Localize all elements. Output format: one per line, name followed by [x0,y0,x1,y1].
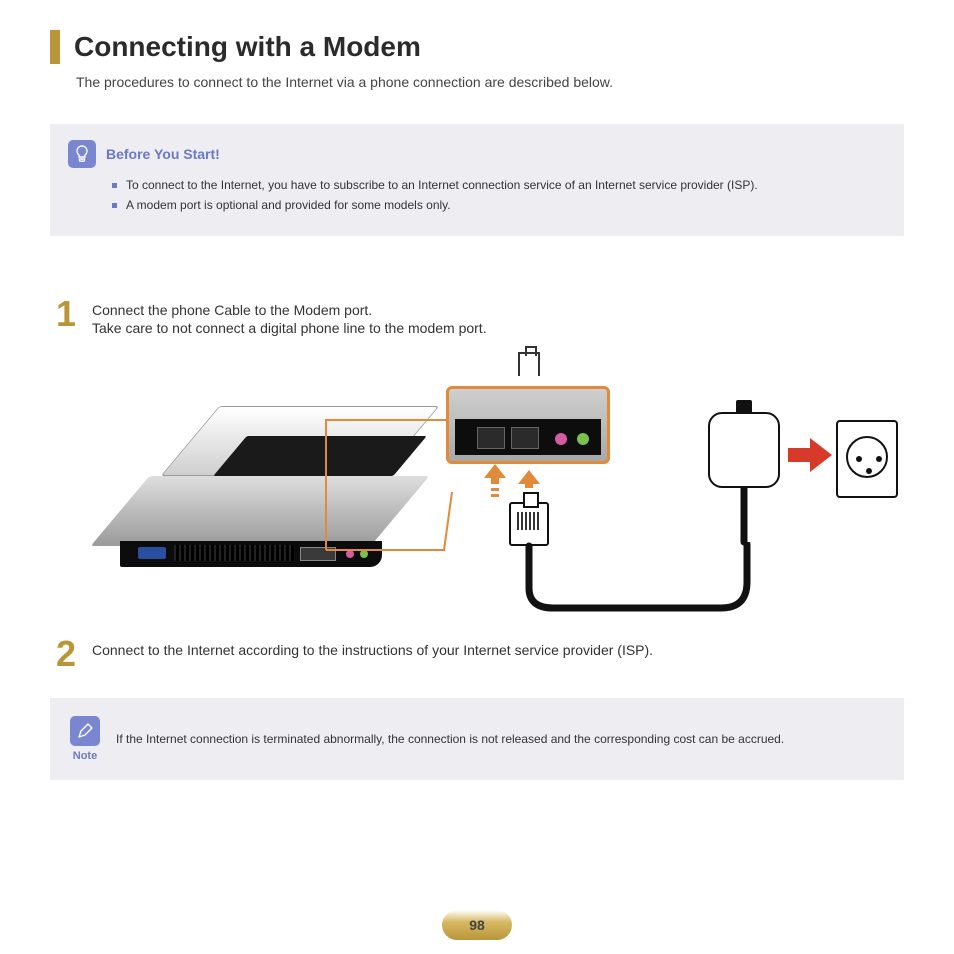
adapter-cord [734,486,754,548]
step-text: Take care to not connect a digital phone… [92,320,487,336]
before-list-item: To connect to the Internet, you have to … [112,178,886,192]
power-adapter-icon [708,412,780,488]
connection-diagram [50,356,904,616]
before-you-start-box: Before You Start! To connect to the Inte… [50,124,904,236]
lightbulb-icon [68,140,96,168]
step-text: Connect the phone Cable to the Modem por… [92,302,487,318]
step-text: Connect to the Internet according to the… [92,642,653,658]
step-number: 2 [56,636,82,672]
pencil-icon [70,716,100,746]
laptop-illustration [120,446,400,576]
wall-outlet-icon [836,420,898,498]
rj11-plug-icon [509,502,549,546]
note-box: Note If the Internet connection is termi… [50,698,904,780]
page-number-badge: 98 [442,910,512,940]
arrow-up-icon [484,464,506,498]
step-number: 1 [56,296,82,338]
before-you-start-heading: Before You Start! [106,146,220,162]
before-list-item: A modem port is optional and provided fo… [112,198,886,212]
arrow-right-icon [788,438,832,477]
phone-cable [525,542,755,614]
page-title: Connecting with a Modem [74,31,421,63]
note-label: Note [73,750,97,762]
title-accent-bar [50,30,60,64]
intro-text: The procedures to connect to the Interne… [76,74,904,90]
step-2: 2 Connect to the Internet according to t… [50,636,904,672]
step-1: 1 Connect the phone Cable to the Modem p… [50,296,904,338]
phone-jack-icon [518,352,540,376]
modem-port-zoom [446,386,610,464]
title-row: Connecting with a Modem [50,30,904,64]
note-text: If the Internet connection is terminated… [116,732,784,746]
